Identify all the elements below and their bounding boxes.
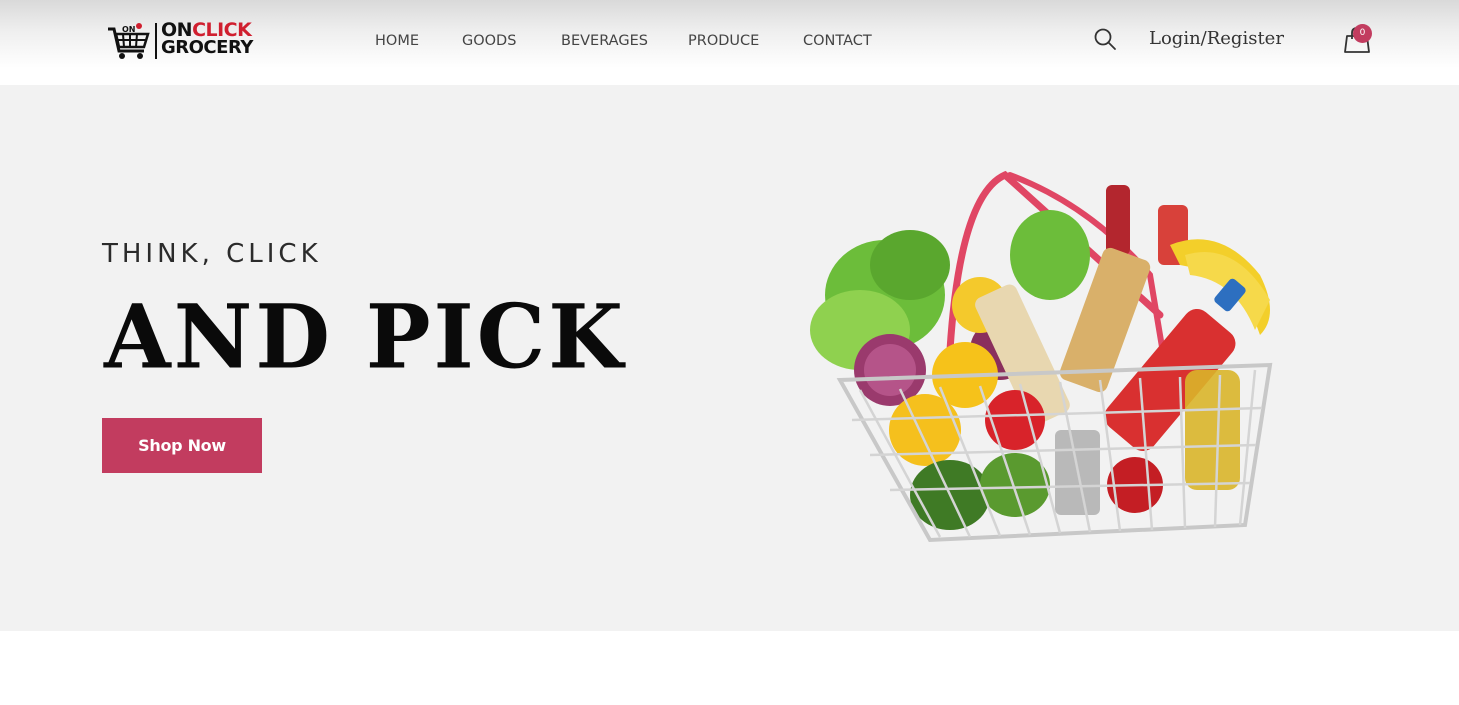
nav-produce[interactable]: PRODUCE [688,33,759,49]
nav-contact[interactable]: CONTACT [803,33,872,49]
login-register-link[interactable]: Login/Register [1149,28,1284,49]
hero-banner: THINK, CLICK AND PICK Shop Now [0,85,1459,631]
brand-logo[interactable]: ON ONCLICK GROCERY [106,19,262,63]
hero-subtitle: THINK, CLICK [102,239,322,269]
hero-title: AND PICK [104,285,626,389]
nav-home[interactable]: HOME [375,33,419,49]
logo-cart-mark: ON [122,25,136,34]
nav-goods[interactable]: GOODS [462,33,516,49]
nav-beverages[interactable]: BEVERAGES [561,33,648,49]
cart-count-badge: 0 [1353,24,1372,43]
site-header: ON ONCLICK GROCERY HOME GOODS BEVERAGES … [0,0,1459,85]
logo-wordmark: ONCLICK GROCERY [161,21,263,57]
search-icon[interactable] [1092,26,1118,52]
logo-divider [155,23,157,59]
shopping-cart-logo-icon: ON [108,23,150,59]
logo-text-grocery: GROCERY [161,37,253,58]
shop-now-button[interactable]: Shop Now [102,418,262,473]
grocery-basket-image [810,170,1273,543]
